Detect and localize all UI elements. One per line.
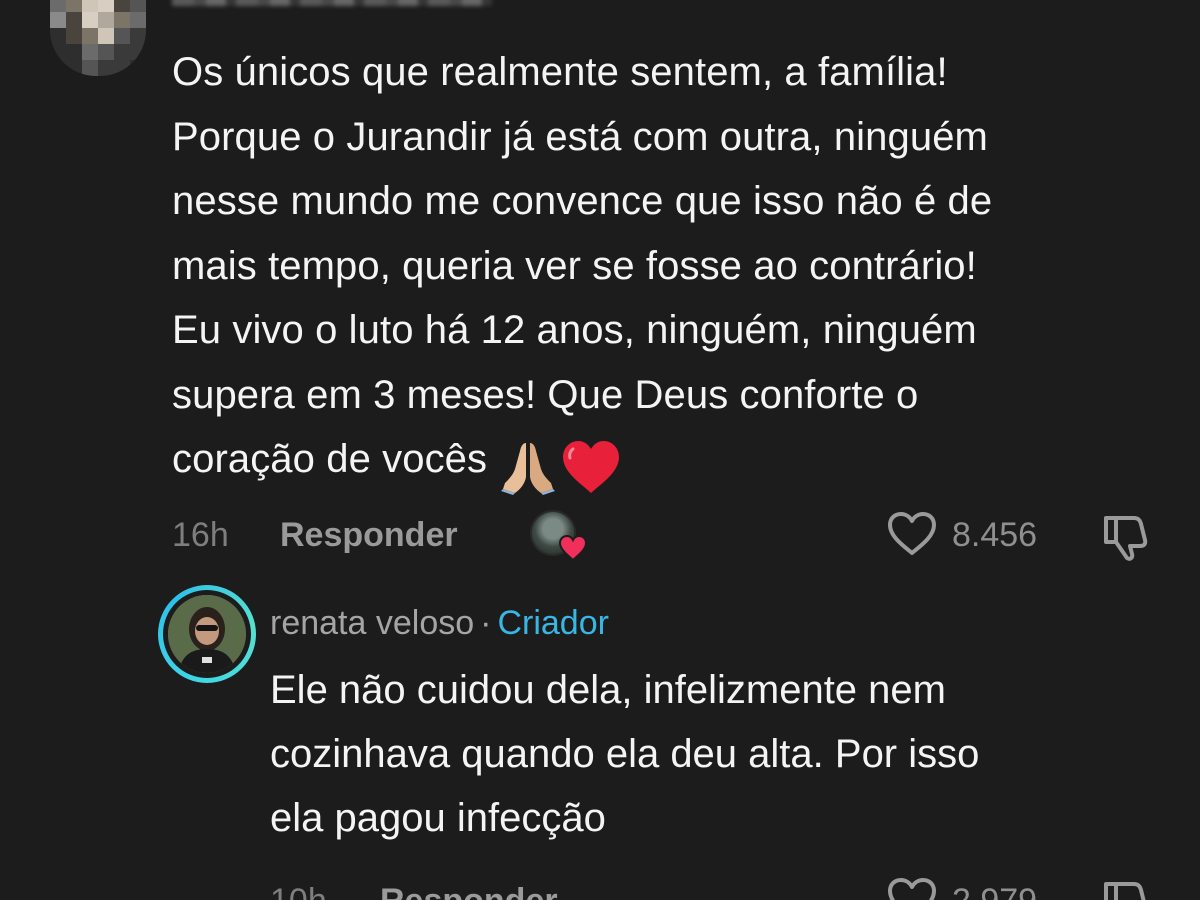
dislike-icon[interactable]: [1100, 876, 1154, 900]
comment-line: Os únicos que realmente sentem, a famíli…: [172, 50, 948, 94]
avatar-pixel: [50, 0, 66, 12]
comment-line: Eu vivo o luto há 12 anos, ninguém, ning…: [172, 308, 977, 352]
author-name-redacted: [172, 0, 492, 6]
comments-screen: Os únicos que realmente sentem, a famíli…: [0, 0, 1200, 900]
comment-line: mais tempo, queria ver se fosse ao contr…: [172, 243, 977, 288]
avatar-pixel: [114, 44, 130, 60]
avatar-pixel: [82, 44, 98, 60]
avatar-pixel: [130, 28, 146, 44]
author-name[interactable]: renata veloso: [270, 604, 474, 642]
dislike-icon[interactable]: [1100, 510, 1154, 562]
avatar-pixel: [66, 60, 82, 76]
like-count: 2.979: [952, 882, 1037, 900]
avatar-pixel: [66, 12, 82, 28]
reply-line: cozinhava quando ela deu alta. Por isso: [270, 732, 980, 776]
like-count: 8.456: [952, 516, 1038, 554]
avatar-pixel: [114, 0, 130, 12]
avatar-pixel: [66, 0, 82, 12]
reply-button[interactable]: Responder: [280, 516, 458, 555]
avatar-pixel: [130, 0, 146, 12]
reply-actions: 10h Responder 2.979: [0, 870, 1200, 900]
avatar-pixel: [50, 28, 66, 44]
avatar-pixel: [98, 44, 114, 60]
avatar-pixel: [50, 60, 66, 76]
comment-line: Porque o Jurandir já está com outra, nin…: [172, 114, 988, 159]
avatar-pixel: [114, 28, 130, 44]
avatar-pixel: [82, 0, 98, 12]
red-heart-icon: [563, 441, 620, 494]
avatar-pixel: [114, 60, 130, 76]
creator-avatar[interactable]: [158, 585, 256, 683]
avatar-blurred[interactable]: [50, 0, 146, 76]
avatar-pixel: [50, 44, 66, 60]
like-heart-icon[interactable]: [886, 510, 938, 558]
avatar-ring-inner: [163, 590, 251, 678]
folded-hands-icon: [501, 443, 556, 496]
avatar-pixel: [98, 28, 114, 44]
liked-by-creator-badge: [530, 510, 588, 562]
comment-line: nesse mundo me convence que isso não é d…: [172, 179, 993, 223]
avatar-pixel: [66, 28, 82, 44]
avatar-photo: [168, 595, 246, 673]
comment-line-text: coração de vocês: [172, 437, 488, 481]
avatar-pixel: [98, 60, 114, 76]
avatar-pixel: [82, 60, 98, 76]
reply-author-line: renata veloso · Criador: [270, 604, 609, 643]
avatar-pixel: [82, 12, 98, 28]
person-photo-icon: [168, 595, 246, 673]
avatar-pixel: [98, 12, 114, 28]
comment-line: supera em 3 meses! Que Deus conforte o: [172, 372, 919, 417]
reply-button[interactable]: Responder: [380, 882, 558, 900]
avatar-pixel: [82, 28, 98, 44]
avatar-pixel: [66, 44, 82, 60]
comment-time: 16h: [172, 516, 229, 554]
separator-dot: ·: [480, 604, 492, 642]
like-heart-icon[interactable]: [886, 876, 938, 900]
avatar-pixel: [130, 60, 146, 76]
avatar-pixel: [130, 12, 146, 28]
creator-badge: Criador: [497, 604, 609, 642]
avatar-pixel: [50, 12, 66, 28]
avatar-pixel: [114, 12, 130, 28]
reply-line: Ele não cuidou dela, infelizmente nem: [270, 668, 946, 712]
avatar-pixel: [98, 0, 114, 12]
comment-text: Os únicos que realmente sentem, a famíli…: [172, 40, 1172, 498]
reply-text: Ele não cuidou dela, infelizmente nem co…: [270, 658, 1170, 850]
reply-line: ela pagou infecção: [270, 796, 606, 840]
comment-actions: 16h Responder 8.456: [0, 504, 1200, 564]
emoji-group: [499, 433, 621, 498]
comment-line-last: coração de vocês: [172, 427, 1172, 498]
heart-icon: [558, 534, 588, 562]
reply-time: 10h: [270, 882, 327, 900]
avatar-pixel: [130, 44, 146, 60]
